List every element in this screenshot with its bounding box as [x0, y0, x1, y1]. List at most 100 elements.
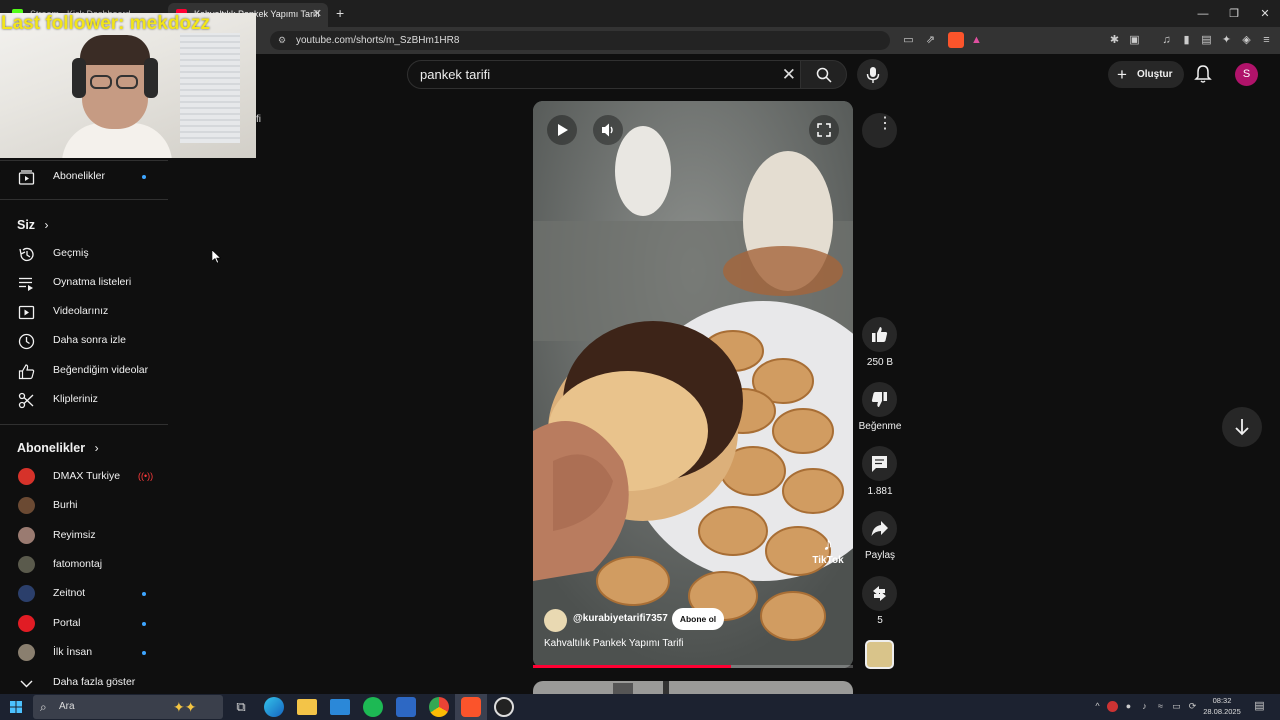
new-tab-icon[interactable]: + [336, 5, 344, 21]
tray-overflow-icon[interactable]: ^ [1092, 701, 1103, 712]
sidebar-channel-item[interactable]: Reyimsiz [0, 522, 168, 550]
channel-handle-link[interactable]: @kurabiyetarifi7357 [573, 613, 668, 624]
cast-icon[interactable]: ▭ [902, 34, 915, 47]
taskbar-search[interactable]: ⌕ Ara ✦✦ [33, 695, 223, 719]
sidebar-item-liked-videos[interactable]: Beğendiğim videolar [0, 357, 168, 385]
sidebar-item-subscriptions[interactable]: Abonelikler [0, 163, 168, 191]
wallet-icon[interactable]: ▤ [1200, 34, 1213, 47]
music-icon[interactable]: ♫ [1160, 34, 1173, 47]
tray-app-icon[interactable] [1107, 701, 1118, 712]
next-short-button[interactable] [1222, 407, 1262, 447]
sidebar-channel-item[interactable]: fatomontaj [0, 551, 168, 579]
restore-icon[interactable]: ❐ [1219, 4, 1249, 24]
search-input[interactable]: pankek tarifi ✕ [407, 60, 807, 89]
sound-thumbnail[interactable] [865, 640, 894, 669]
address-bar[interactable]: ⚙ youtube.com/shorts/m_SzBHm1HR8 [270, 31, 890, 50]
chrome-icon[interactable] [429, 697, 449, 717]
create-button[interactable]: + Oluştur [1108, 61, 1184, 88]
microphone-tray-icon[interactable]: ● [1123, 701, 1134, 712]
battery-tray-icon[interactable]: ▭ [1171, 701, 1182, 712]
windows-start-icon[interactable] [10, 701, 22, 713]
calculator-icon[interactable] [396, 697, 416, 717]
account-avatar[interactable]: S [1235, 63, 1258, 86]
wifi-tray-icon[interactable]: ≈ [1155, 701, 1166, 712]
sidebar-toggle-icon[interactable]: ▮ [1180, 34, 1193, 47]
update-tray-icon[interactable]: ⟳ [1187, 701, 1198, 712]
more-vertical-icon: ⋮ [877, 115, 893, 132]
thumbs-down-icon [871, 392, 887, 407]
vpn-icon[interactable]: ◈ [1240, 34, 1253, 47]
speaker-tray-icon[interactable]: ♪ [1139, 701, 1150, 712]
minimize-icon[interactable]: — [1188, 4, 1218, 24]
sidebar-channel-item[interactable]: İlk İnsan [0, 639, 168, 667]
comments-button[interactable] [862, 446, 897, 481]
search-input-value: pankek tarifi [420, 67, 491, 82]
next-short-preview[interactable] [533, 681, 853, 694]
sidebar-channel-item[interactable]: Portal [0, 610, 168, 638]
like-button[interactable] [862, 317, 897, 352]
channel-avatar [18, 468, 35, 485]
play-icon [558, 124, 568, 136]
short-video-player[interactable]: ♪ TikTok [533, 101, 853, 668]
mute-button[interactable] [593, 115, 623, 145]
sidebar-divider [0, 160, 168, 161]
share-button[interactable] [862, 511, 897, 546]
dislike-button[interactable] [862, 382, 897, 417]
sidebar-channel-item[interactable]: DMAX Turkiye ((•)) [0, 463, 168, 491]
url-text: youtube.com/shorts/m_SzBHm1HR8 [296, 35, 460, 46]
search-button[interactable] [800, 60, 847, 89]
you-section-heading[interactable]: Siz › [17, 218, 49, 232]
short-title[interactable]: Kahvaltılık Pankek Yapımı Tarifi [544, 638, 684, 649]
your-videos-icon [18, 305, 35, 320]
microsoft-store-icon[interactable] [330, 699, 350, 715]
close-window-icon[interactable]: ✕ [1250, 4, 1280, 24]
sidebar-item-playlists[interactable]: Oynatma listeleri [0, 269, 168, 297]
leo-ai-icon[interactable]: ✦ [1220, 34, 1233, 47]
channel-avatar [18, 526, 35, 544]
clips-icon [18, 392, 34, 409]
search-icon: ⌕ [40, 700, 47, 714]
play-button[interactable] [547, 115, 577, 145]
task-view-icon[interactable]: ⧉ [231, 697, 251, 717]
notifications-icon[interactable]: ▤ [1254, 701, 1265, 712]
sidebar-item-clips[interactable]: Klipleriniz [0, 386, 168, 414]
microphone-icon [866, 67, 880, 83]
sidebar-divider [0, 424, 168, 425]
brave-rewards-icon[interactable]: ▲ [970, 34, 983, 47]
channel-name: İlk İnsan [53, 645, 93, 658]
sidebar-item-watch-later[interactable]: Daha sonra izle [0, 327, 168, 355]
channel-avatar [18, 555, 35, 573]
sidebar-item-show-more[interactable]: Daha fazla göster [0, 669, 168, 697]
extensions-icon[interactable]: ✱ [1108, 34, 1121, 47]
sidebar-channel-item[interactable]: Burhi [0, 492, 168, 520]
subscribe-button[interactable]: Abone ol [672, 608, 724, 630]
edge-browser-icon[interactable] [264, 697, 284, 717]
channel-avatar [18, 585, 35, 603]
clear-search-icon[interactable]: ✕ [782, 65, 796, 85]
video-progress-bar[interactable] [533, 665, 853, 668]
brave-browser-icon[interactable] [461, 697, 481, 717]
menu-icon[interactable]: ≡ [1260, 34, 1273, 47]
more-options-button[interactable]: ⋮ [862, 113, 897, 148]
screenshot-icon[interactable]: ▣ [1128, 34, 1141, 47]
sidebar-channel-item[interactable]: Zeitnot [0, 580, 168, 608]
voice-search-button[interactable] [857, 59, 888, 90]
site-settings-icon[interactable]: ⚙ [278, 31, 286, 50]
sidebar-item-your-videos[interactable]: Videolarınız [0, 298, 168, 326]
sidebar-item-history[interactable]: Geçmiş [0, 240, 168, 268]
obs-studio-icon[interactable] [494, 697, 514, 717]
spotify-icon[interactable] [363, 697, 383, 717]
remix-button[interactable] [862, 576, 897, 611]
volume-icon [602, 123, 613, 137]
fullscreen-button[interactable] [809, 115, 839, 145]
close-tab-icon[interactable]: ✕ [313, 3, 322, 25]
notifications-bell-icon[interactable] [1193, 64, 1213, 84]
brave-shields-icon[interactable] [948, 32, 964, 48]
system-clock[interactable]: 08:32 28.08.2025 [1200, 695, 1244, 717]
plus-icon: + [1117, 65, 1127, 84]
share-page-icon[interactable]: ⇗ [924, 34, 937, 47]
comment-icon [872, 456, 887, 472]
subscriptions-section-heading[interactable]: Abonelikler › [17, 441, 99, 455]
file-explorer-icon[interactable] [297, 699, 317, 715]
channel-avatar[interactable] [544, 609, 567, 632]
